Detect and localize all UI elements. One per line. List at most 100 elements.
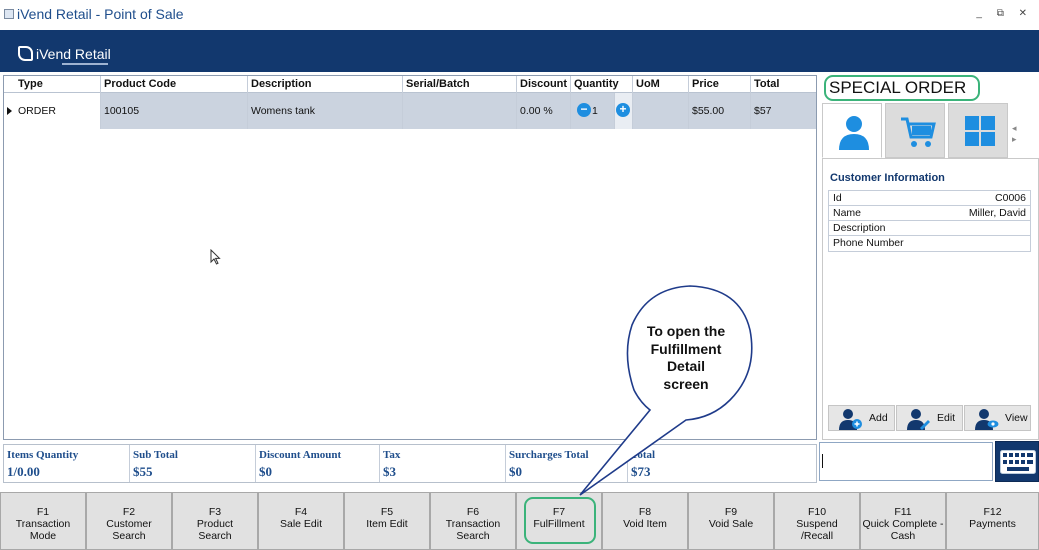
customer-field-key: Id	[833, 192, 842, 204]
fkey-code: F2	[122, 506, 136, 518]
f8-void-item-button[interactable]: F8 Void Item	[602, 492, 688, 550]
keyboard-icon	[1000, 450, 1036, 474]
customer-actions: Add Edit View	[828, 405, 1031, 431]
total-value: 1/0.00	[7, 464, 40, 479]
customer-field-row: Id C0006	[829, 191, 1030, 206]
column-header-uom[interactable]: UoM	[633, 76, 689, 93]
callout-text: To open the Fulfillment Detail screen	[628, 323, 744, 393]
customer-field-key: Description	[833, 222, 886, 234]
right-panel-tabs: ◂ ▸	[822, 103, 1039, 159]
f7-highlight-ring	[524, 497, 596, 544]
fkey-label: Search	[456, 530, 490, 542]
fkey-label: Item Edit	[366, 518, 408, 530]
f9-void-sale-button[interactable]: F9 Void Sale	[688, 492, 774, 550]
f12-payments-button[interactable]: F12 Payments	[946, 492, 1039, 550]
table-row[interactable]: ORDER 100105 Womens tank 0.00 % − 1 + $5…	[4, 93, 816, 129]
total-label: Surcharges Total	[509, 449, 589, 461]
f10-suspend-recall-button[interactable]: F10 Suspend /Recall	[774, 492, 860, 550]
column-header-discount[interactable]: Discount	[517, 76, 571, 93]
fkey-label: Payments	[969, 518, 1016, 530]
f2-customer-search-button[interactable]: F2 Customer Search	[86, 492, 172, 550]
logo-underline	[62, 63, 108, 65]
total-discount-amount: Discount Amount $0	[256, 445, 380, 482]
f3-product-search-button[interactable]: F3 Product Search	[172, 492, 258, 550]
tiles-icon	[965, 116, 995, 146]
text-caret	[822, 454, 823, 468]
total-value: $0	[509, 464, 522, 479]
customer-field-row: Phone Number	[829, 236, 1030, 251]
add-customer-icon	[839, 409, 862, 430]
logo-text: iVend Retail	[36, 46, 111, 62]
column-header-serial-batch[interactable]: Serial/Batch	[403, 76, 517, 93]
totals-bar: Items Quantity 1/0.00 Sub Total $55 Disc…	[3, 444, 817, 483]
add-customer-label: Add	[869, 412, 888, 424]
total-value: $55	[133, 464, 153, 479]
add-customer-button[interactable]: Add	[828, 405, 895, 431]
column-header-description[interactable]: Description	[248, 76, 403, 93]
tab-customer[interactable]	[822, 103, 882, 158]
fkey-code: F9	[724, 506, 738, 518]
cell-uom	[633, 93, 689, 129]
column-header-product-code[interactable]: Product Code	[101, 76, 248, 93]
window-titlebar: iVend Retail - Point of Sale _ ⧉ ✕	[0, 0, 1039, 30]
cell-total: $57	[751, 93, 816, 129]
column-header-type[interactable]: Type	[15, 76, 101, 93]
increase-quantity-button[interactable]: +	[616, 103, 630, 117]
total-label: Discount Amount	[259, 449, 342, 461]
row-indicator-icon	[7, 107, 12, 115]
customer-field-value: Miller, David	[968, 207, 1026, 219]
scan-input[interactable]	[819, 442, 993, 481]
cell-serial-batch	[403, 93, 517, 129]
tab-scroll-arrows[interactable]: ◂ ▸	[1012, 123, 1039, 145]
fkey-label: Suspend	[796, 518, 838, 530]
fkey-label: Transaction	[445, 518, 501, 530]
f11-quick-complete-cash-button[interactable]: F11 Quick Complete - Cash	[860, 492, 946, 550]
logo-mark-icon	[18, 46, 33, 61]
total-label: Items Quantity	[7, 449, 79, 461]
edit-customer-label: Edit	[937, 412, 956, 424]
window-controls[interactable]: _ ⧉ ✕	[976, 8, 1033, 19]
fkey-label: Sale Edit	[279, 518, 323, 530]
f5-item-edit-button[interactable]: F5 Item Edit	[344, 492, 430, 550]
ivend-logo: iVend Retail	[18, 36, 118, 68]
f6-transaction-search-button[interactable]: F6 Transaction Search	[430, 492, 516, 550]
cell-discount: 0.00 %	[517, 93, 571, 129]
tab-cart[interactable]	[885, 103, 945, 158]
keyboard-button[interactable]	[995, 441, 1039, 482]
cell-description: Womens tank	[248, 93, 403, 129]
total-value: $3	[383, 464, 396, 479]
column-header-quantity[interactable]: Quantity	[571, 76, 633, 93]
total-tax: Tax $3	[380, 445, 506, 482]
view-customer-button[interactable]: View	[964, 405, 1031, 431]
column-header-total[interactable]: Total	[751, 76, 816, 93]
total-sub-total: Sub Total $55	[130, 445, 256, 482]
quantity-increase-area: +	[614, 93, 632, 129]
column-header-price[interactable]: Price	[689, 76, 751, 93]
cell-price: $55.00	[689, 93, 751, 129]
customer-info-title: Customer Information	[830, 172, 945, 184]
callout-line: Detail	[666, 358, 706, 374]
cart-icon	[901, 117, 936, 147]
function-key-bar: F1 Transaction Mode F2 Customer Search F…	[0, 492, 1039, 550]
fkey-code: F4	[294, 506, 308, 518]
window-title: iVend Retail - Point of Sale	[17, 6, 184, 22]
edit-customer-button[interactable]: Edit	[896, 405, 963, 431]
quantity-value[interactable]: 1	[592, 93, 598, 129]
mouse-pointer-icon	[210, 249, 221, 265]
fkey-code: F5	[380, 506, 394, 518]
fkey-code: F8	[638, 506, 652, 518]
decrease-quantity-button[interactable]: −	[577, 103, 591, 117]
f1-transaction-mode-button[interactable]: F1 Transaction Mode	[0, 492, 86, 550]
fkey-label: Transaction	[15, 518, 71, 530]
total-value: $73	[631, 464, 651, 479]
fkey-label: Mode	[29, 530, 57, 542]
f4-sale-edit-button[interactable]: F4 Sale Edit	[258, 492, 344, 550]
cell-type: ORDER	[15, 93, 101, 129]
fkey-label: /Recall	[800, 530, 834, 542]
tab-tiles[interactable]	[948, 103, 1008, 158]
cell-product-code: 100105	[101, 93, 248, 129]
fkey-label: Customer	[106, 518, 152, 530]
customer-field-value: C0006	[995, 192, 1026, 204]
fkey-code: F3	[208, 506, 222, 518]
fkey-label: Void Sale	[708, 518, 754, 530]
